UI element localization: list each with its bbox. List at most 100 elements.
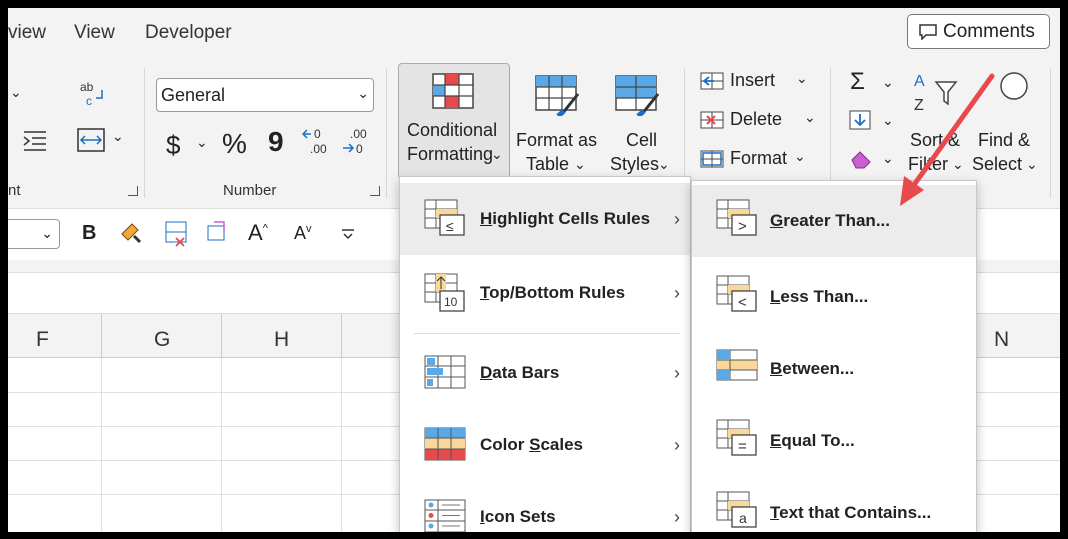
conditional-formatting-button[interactable]: Conditional Formatting ⌄ bbox=[398, 63, 510, 179]
conditional-formatting-icon bbox=[432, 73, 474, 109]
svg-text:0: 0 bbox=[356, 142, 363, 156]
cf-label-1: Conditional bbox=[407, 120, 498, 140]
menu-item-text-that-contains[interactable]: a Text that Contains... bbox=[692, 477, 976, 532]
comma-style-button[interactable]: 9 bbox=[268, 126, 284, 158]
format-painter-icon[interactable] bbox=[118, 220, 144, 246]
menu-item-label: Data Bars bbox=[480, 363, 560, 382]
divider bbox=[101, 358, 102, 532]
svg-text:.00: .00 bbox=[350, 127, 367, 141]
menu-item-highlight-cells-rules[interactable]: ≤ Highlight Cells Rules › bbox=[400, 183, 690, 255]
number-format-value: General bbox=[161, 85, 226, 105]
highlight-cells-rules-submenu: > Greater Than... < Less Than... Between… bbox=[691, 180, 977, 532]
svg-text:c: c bbox=[86, 94, 92, 108]
menu-item-label: Icon Sets bbox=[480, 507, 556, 526]
menu-item-label: Color Scales bbox=[480, 435, 583, 454]
menu-item-label: Less Than... bbox=[770, 287, 869, 306]
svg-text:<: < bbox=[738, 294, 747, 311]
menu-item-equal-to[interactable]: = Equal To... bbox=[692, 405, 976, 477]
chevron-down-icon: ⌄ bbox=[574, 156, 586, 172]
delete-button[interactable]: Delete ⌄ bbox=[700, 107, 820, 135]
borders-icon[interactable] bbox=[164, 220, 190, 248]
delete-label: Delete bbox=[730, 109, 783, 129]
menu-item-less-than[interactable]: < Less Than... bbox=[692, 261, 976, 333]
merge-center-icon[interactable] bbox=[76, 126, 106, 154]
divider bbox=[221, 314, 222, 358]
cell-styles-label-1: Cell bbox=[626, 130, 658, 150]
tab-developer[interactable]: Developer bbox=[145, 22, 232, 44]
insert-cells-icon bbox=[700, 72, 724, 90]
currency-button[interactable]: $ bbox=[166, 130, 180, 161]
decrease-font-label: A bbox=[294, 223, 307, 243]
tab-review[interactable]: view bbox=[8, 22, 46, 44]
chevron-right-icon: › bbox=[674, 434, 680, 455]
column-header-f[interactable]: F bbox=[36, 328, 49, 352]
format-as-table-label-2: Table bbox=[526, 154, 570, 174]
column-header-g[interactable]: G bbox=[154, 328, 170, 352]
chevron-right-icon: › bbox=[674, 362, 680, 383]
fill-down-icon[interactable] bbox=[848, 109, 874, 133]
indent-icon[interactable] bbox=[22, 128, 50, 154]
divider bbox=[144, 68, 145, 198]
chevron-right-icon: › bbox=[674, 506, 680, 527]
greater-than-icon: > bbox=[716, 199, 757, 236]
delete-cells-icon bbox=[700, 111, 724, 129]
menu-item-icon-sets[interactable]: Icon Sets › bbox=[400, 481, 690, 532]
clear-eraser-icon[interactable] bbox=[848, 148, 874, 170]
column-header-h[interactable]: H bbox=[274, 328, 289, 352]
chevron-right-icon: › bbox=[674, 208, 680, 229]
number-format-select[interactable]: General ⌄ bbox=[156, 78, 374, 112]
menu-item-between[interactable]: Between... bbox=[692, 333, 976, 405]
currency-chevron-icon[interactable]: ⌄ bbox=[196, 134, 208, 151]
svg-text:≤: ≤ bbox=[446, 218, 454, 234]
menu-item-label: Text that Contains... bbox=[770, 503, 932, 522]
cell-styles-button[interactable]: Cell Styles ⌄ bbox=[602, 68, 672, 178]
insert-button[interactable]: Insert ⌄ bbox=[700, 68, 820, 96]
cell-styles-label-2: Styles bbox=[610, 154, 660, 174]
svg-text:.00: .00 bbox=[310, 142, 327, 156]
font-size-select[interactable]: ⌄ bbox=[8, 219, 60, 249]
format-as-table-button[interactable]: Format as Table ⌄ bbox=[514, 68, 600, 178]
chevron-down-icon: ⌄ bbox=[41, 225, 53, 241]
number-launcher-icon[interactable] bbox=[370, 186, 380, 196]
chevron-right-icon: › bbox=[674, 282, 680, 303]
increase-font-label: A bbox=[248, 220, 263, 245]
divider bbox=[1050, 68, 1051, 198]
percent-button[interactable]: % bbox=[222, 128, 247, 160]
menu-separator bbox=[414, 333, 680, 334]
between-icon bbox=[716, 349, 758, 381]
decrease-decimal-icon[interactable]: .000 bbox=[342, 126, 376, 156]
menu-item-data-bars[interactable]: Data Bars › bbox=[400, 337, 690, 409]
menu-item-label: Equal To... bbox=[770, 431, 855, 450]
svg-text:0: 0 bbox=[314, 127, 321, 141]
highlight-cells-icon: ≤ bbox=[424, 199, 465, 236]
divider bbox=[830, 68, 831, 198]
bold-button[interactable]: B bbox=[82, 222, 96, 245]
icon-sets-icon bbox=[424, 499, 466, 532]
comments-button[interactable]: Comments bbox=[907, 14, 1050, 49]
menu-item-top-bottom-rules[interactable]: 10 Top/Bottom Rules › bbox=[400, 257, 690, 329]
format-as-table-label-1: Format as bbox=[516, 130, 598, 150]
increase-decimal-icon[interactable]: 0.00 bbox=[302, 126, 336, 156]
increase-font-button[interactable]: A^ bbox=[248, 220, 268, 246]
wrap-text-icon[interactable]: abc bbox=[78, 80, 106, 108]
alignment-launcher-icon[interactable] bbox=[128, 186, 138, 196]
merge-chevron-icon[interactable]: ⌄ bbox=[112, 128, 124, 145]
menu-item-color-scales[interactable]: Color Scales › bbox=[400, 409, 690, 481]
chevron-down-icon[interactable]: ⌄ bbox=[10, 84, 22, 101]
decrease-font-button[interactable]: Av bbox=[294, 223, 312, 244]
autosum-button[interactable]: Σ bbox=[850, 68, 865, 96]
format-button[interactable]: Format ⌄ bbox=[700, 146, 820, 174]
comments-label: Comments bbox=[943, 20, 1035, 42]
svg-text:10: 10 bbox=[444, 295, 458, 309]
tab-view[interactable]: View bbox=[74, 22, 115, 44]
column-header-n[interactable]: N bbox=[994, 328, 1009, 352]
text-contains-icon: a bbox=[716, 491, 757, 528]
divider bbox=[101, 314, 102, 358]
more-options-icon[interactable] bbox=[340, 226, 356, 242]
menu-item-label: Top/Bottom Rules bbox=[480, 283, 626, 302]
cell-styles-mini-icon[interactable] bbox=[206, 220, 232, 246]
menu-item-label: Greater Than... bbox=[770, 211, 890, 230]
format-cells-icon bbox=[700, 150, 724, 168]
insert-label: Insert bbox=[730, 70, 776, 90]
excel-window: view View Developer Comments ⌄ ab c ⌄ nt … bbox=[8, 8, 1060, 532]
